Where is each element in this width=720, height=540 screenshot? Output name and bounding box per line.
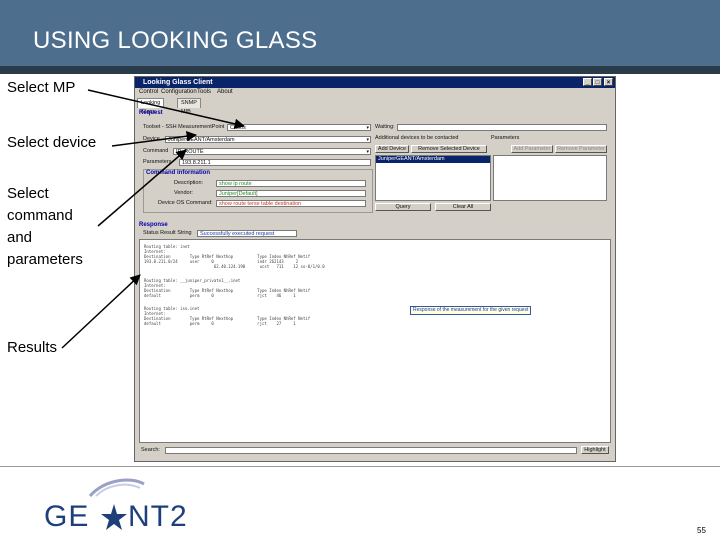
command-label: Command — [143, 148, 169, 154]
device-label: Device — [143, 136, 160, 142]
add-parameter-button[interactable]: Add Parameter — [511, 145, 553, 153]
maximize-icon[interactable]: □ — [593, 78, 602, 86]
menu-configuration[interactable]: Configuration — [161, 88, 197, 97]
search-label: Search: — [141, 447, 160, 453]
search-input[interactable] — [165, 447, 577, 454]
command-info-title: Command information — [146, 170, 210, 176]
menu-about[interactable]: About — [217, 88, 233, 97]
menu-control[interactable]: Control — [139, 88, 158, 97]
device-os-label: Device OS Command: — [158, 200, 213, 206]
response-section-title: Response — [139, 222, 168, 228]
label-select-command-line2: command — [7, 207, 73, 224]
minimize-icon[interactable]: _ — [583, 78, 592, 86]
menubar: Control Configuration Tools About — [135, 88, 615, 97]
waiting-label: Waiting: — [375, 124, 395, 130]
mp-label: Toolset - SSH MeasurementPoint — [143, 124, 225, 130]
looking-glass-window: Looking Glass Client _ □ × Control Confi… — [134, 76, 616, 462]
geant2-logo: GE NT2 — [44, 478, 188, 533]
window-title: Looking Glass Client — [143, 79, 213, 86]
command-select[interactable]: IP_ROUTE — [173, 148, 371, 155]
results-area[interactable]: Routing table: inet Internet: Destinatio… — [139, 239, 611, 443]
title-banner: USING LOOKING GLASS — [0, 0, 720, 66]
highlight-button[interactable]: Highlight — [581, 446, 609, 454]
label-select-command-line3: and — [7, 229, 33, 246]
device-select[interactable]: JuniperGEANT/Amsterdam — [165, 136, 371, 143]
svg-text:NT2: NT2 — [128, 500, 188, 533]
label-results: Results — [7, 339, 58, 356]
command-info-box: Command information Description: show ip… — [143, 169, 373, 213]
label-select-command-line1: Select — [7, 185, 49, 202]
description-label: Description: — [174, 180, 204, 186]
menu-tools[interactable]: Tools — [197, 88, 211, 97]
vendor-value: Juniper[Default] — [216, 190, 366, 197]
remove-device-button[interactable]: Remove Selected Device — [411, 145, 487, 153]
remove-parameter-button[interactable]: Remove Parameter — [555, 145, 607, 153]
status-label: Status Result String — [143, 230, 192, 236]
parameters-label: Parameters — [143, 159, 172, 165]
device-os-value: show route terse table destination — [216, 200, 366, 207]
request-section-title: Request — [139, 110, 163, 116]
parameters-col-label: Parameters — [491, 135, 520, 141]
tab-looking-glass[interactable]: Looking Glass — [137, 98, 165, 115]
parameters-list[interactable] — [493, 155, 607, 201]
banner-stripe — [0, 66, 720, 74]
label-select-device: Select device — [7, 134, 97, 151]
parameters-input[interactable]: 193.8.211.1 — [179, 159, 371, 166]
result-line: default perm 0 rjct 46 1 — [144, 293, 296, 298]
result-line: default perm 0 rjct 27 1 — [144, 321, 296, 326]
clear-all-button[interactable]: Clear All — [435, 203, 491, 211]
response-tooltip: Response of the measurement for the give… — [410, 306, 532, 315]
slide-title: USING LOOKING GLASS — [33, 27, 318, 54]
vendor-label: Vendor: — [174, 190, 193, 196]
result-line: 62.40.124.190 ucst 711 12 so-0/1/0.0 — [144, 264, 325, 269]
add-device-button[interactable]: Add Device — [375, 145, 409, 153]
devices-list[interactable]: JuniperGEANT/Amsterdam — [375, 155, 491, 201]
page-number: 55 — [697, 526, 706, 535]
tab-snmp-mib[interactable]: SNMP MIB — [177, 98, 201, 115]
query-button[interactable]: Query — [375, 203, 431, 211]
label-select-command-line4: parameters — [7, 251, 83, 268]
svg-text:GE: GE — [44, 500, 89, 533]
mp-select[interactable]: Choos — [227, 124, 371, 131]
window-titlebar: Looking Glass Client _ □ × — [135, 77, 615, 88]
arrow-to-results — [61, 274, 141, 349]
close-icon[interactable]: × — [604, 78, 613, 86]
devices-list-item-selected[interactable]: JuniperGEANT/Amsterdam — [376, 156, 490, 163]
description-value: show ip route — [216, 180, 366, 187]
label-select-mp: Select MP — [7, 79, 76, 96]
waiting-field — [397, 124, 607, 131]
additional-devices-label: Additional devices to be contacted — [375, 135, 459, 141]
status-value: Successfully executed request — [197, 230, 297, 237]
footer-divider — [0, 466, 720, 467]
